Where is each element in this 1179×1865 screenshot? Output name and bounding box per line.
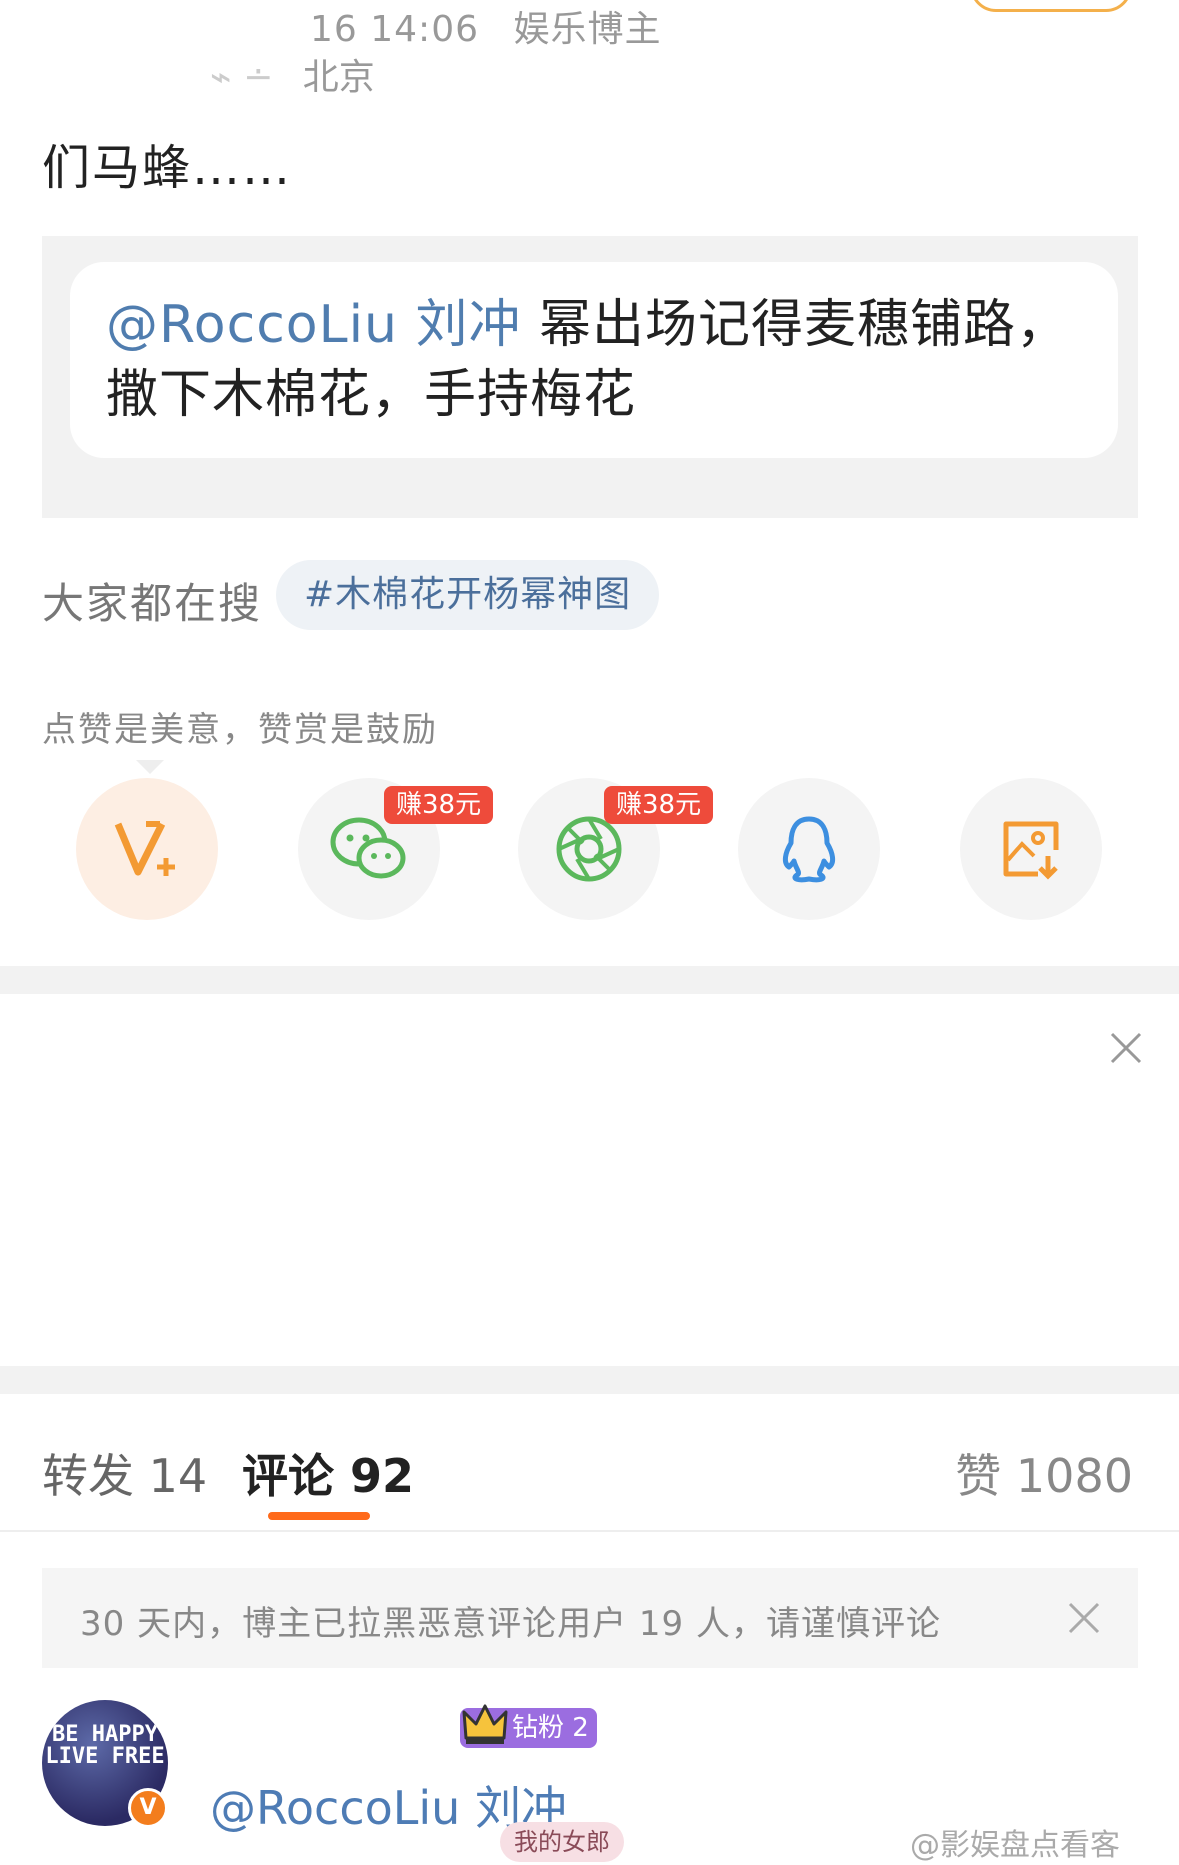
close-icon[interactable]: [1106, 1028, 1146, 1068]
save-image-icon: [1003, 821, 1059, 880]
quote-bubble: @RoccoLiu 刘冲 幂出场记得麦穗铺路， 撒下木棉花，手持梅花: [70, 262, 1118, 458]
v-plus-icon: [114, 821, 175, 876]
reward-hint: 点赞是美意，赞赏是鼓励: [42, 710, 438, 750]
post-body: 们马蜂……: [42, 140, 293, 196]
location-prefix-glyph: ⌁ ∸: [210, 57, 274, 98]
vip-reward-button[interactable]: [76, 778, 218, 920]
tabs-divider: [0, 1530, 1179, 1532]
wechat-earn-badge: 赚38元: [384, 786, 494, 824]
tooltip-arrow: [136, 760, 164, 774]
ad-placeholder: [0, 996, 1179, 1366]
section-divider-2: [0, 1366, 1179, 1394]
post-source: 娱乐博主: [513, 9, 662, 50]
trending-tag[interactable]: #木棉花开杨幂神图: [276, 560, 660, 630]
tab-comment[interactable]: 评论 92: [242, 1440, 414, 1506]
tab-repost[interactable]: 转发 14: [42, 1440, 207, 1506]
crown-icon: [462, 1704, 508, 1744]
follow-button[interactable]: [970, 0, 1132, 12]
moments-earn-badge: 赚38元: [604, 786, 714, 824]
notice-text: 30 天内，博主已拉黑恶意评论用户 19 人，请谨慎评论: [80, 1604, 941, 1644]
post-location: ⌁ ∸ 北京: [210, 48, 375, 100]
commenter-sub-badge: 我的女郎: [500, 1822, 624, 1862]
quote-text-2: 撒下木棉花，手持梅花: [106, 365, 637, 425]
post-meta: 16 14:06 娱乐博主: [310, 0, 683, 52]
post-time: 16 14:06: [310, 9, 479, 50]
wechat-icon: [330, 817, 406, 879]
watermark: @影娱盘点看客: [910, 1828, 1120, 1863]
quote-text-1: 幂出场记得麦穗铺路，: [521, 295, 1070, 355]
notice-close-icon[interactable]: [1064, 1598, 1104, 1638]
section-divider: [0, 966, 1179, 994]
location-text: 北京: [302, 57, 375, 98]
verified-badge: V: [128, 1788, 168, 1828]
save-image-button[interactable]: [960, 778, 1102, 920]
qq-share-button[interactable]: [738, 778, 880, 920]
quote-mention[interactable]: @RoccoLiu 刘冲: [106, 295, 522, 355]
avatar-text: BE HAPPY LIVE FREE: [45, 1722, 165, 1769]
active-tab-indicator: [268, 1512, 370, 1520]
trending-label: 大家都在搜: [42, 579, 263, 628]
qq-icon: [782, 816, 836, 883]
tab-like[interactable]: 赞 1080: [955, 1440, 1133, 1506]
